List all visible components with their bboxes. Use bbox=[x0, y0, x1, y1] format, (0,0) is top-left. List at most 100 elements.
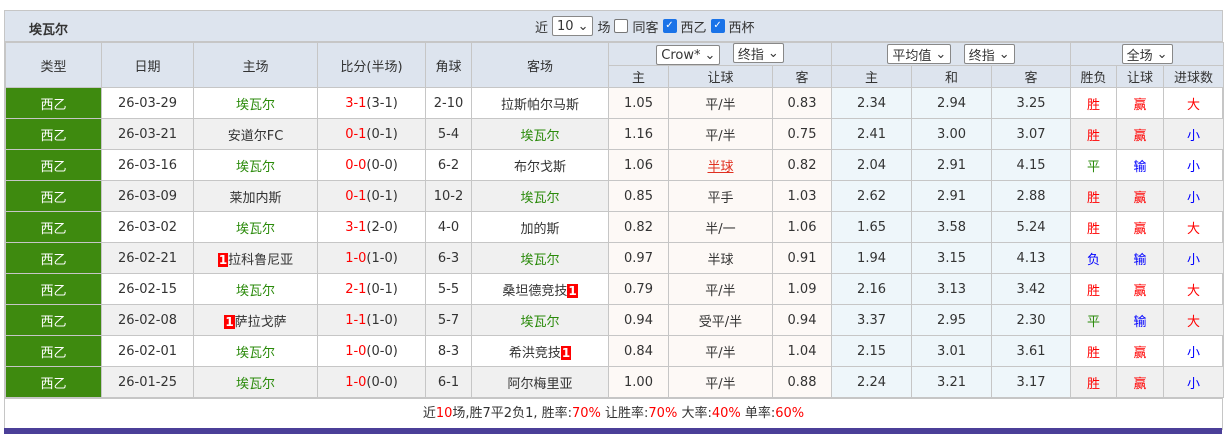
home-team-name[interactable]: 埃瓦尔 bbox=[236, 377, 275, 392]
score[interactable]: 1-0(1-0) bbox=[317, 242, 426, 274]
matches-table: 类型 日期 主场 比分(半场) 角球 客场 Crow* ⌄ 终指 ⌄ 平均值 ⌄ 终指… bbox=[5, 42, 1225, 398]
eu-away-odds: 3.61 bbox=[991, 335, 1072, 367]
company-select[interactable]: Crow* ⌄ bbox=[656, 45, 721, 65]
home-team-name[interactable]: 埃瓦尔 bbox=[236, 346, 275, 361]
score[interactable]: 0-1(0-1) bbox=[317, 180, 426, 212]
ah-away-odds: 1.06 bbox=[771, 211, 833, 243]
away-team-name[interactable]: 拉斯帕尔马斯 bbox=[501, 98, 579, 113]
table-row: 西乙 26-02-21 1拉科鲁尼亚 1-0(1-0) 6-3 埃瓦尔 0.97… bbox=[5, 242, 1225, 274]
scope-select[interactable]: 全场 ⌄ bbox=[1121, 44, 1173, 64]
full-time-score: 0-1 bbox=[345, 126, 367, 142]
half-time-score: (0-0) bbox=[366, 157, 398, 173]
half-time-score: (0-1) bbox=[366, 126, 398, 142]
away-team-name[interactable]: 埃瓦尔 bbox=[520, 253, 559, 268]
match-count-value: 10 bbox=[557, 18, 574, 34]
odd-rate: 60% bbox=[775, 406, 805, 421]
table-row: 西乙 26-01-25 埃瓦尔 1-0(0-0) 6-1 阿尔梅里亚 1.00 … bbox=[5, 366, 1225, 398]
ah-line: 半/一 bbox=[668, 211, 773, 243]
goals-result: 大 bbox=[1163, 87, 1225, 119]
ah-line-value[interactable]: 半球 bbox=[707, 160, 733, 175]
ah-win-rate: 70% bbox=[648, 406, 678, 421]
ah-odds-select[interactable]: 终指 ⌄ bbox=[732, 43, 784, 63]
corners: 6-1 bbox=[425, 366, 472, 398]
match-date: 26-02-15 bbox=[101, 273, 194, 305]
avg-select[interactable]: 平均值 ⌄ bbox=[887, 44, 952, 64]
eu-home-odds: 2.15 bbox=[831, 335, 913, 367]
away-team-name[interactable]: 加的斯 bbox=[520, 222, 559, 237]
home-team: 埃瓦尔 bbox=[193, 211, 318, 243]
away-team-name[interactable]: 桑坦德竞技 bbox=[502, 284, 567, 299]
goals-result: 小 bbox=[1163, 366, 1225, 398]
score[interactable]: 2-1(0-1) bbox=[317, 273, 426, 305]
home-team-name[interactable]: 埃瓦尔 bbox=[236, 222, 275, 237]
home-team-name[interactable]: 安道尔FC bbox=[228, 129, 284, 144]
ah-away-odds: 1.03 bbox=[771, 180, 833, 212]
ah-line: 半球 bbox=[668, 149, 773, 181]
eu-home-odds: 2.62 bbox=[831, 180, 913, 212]
score[interactable]: 1-0(0-0) bbox=[317, 366, 426, 398]
ah-away-odds: 1.04 bbox=[771, 335, 833, 367]
result: 胜 bbox=[1070, 211, 1118, 243]
corners: 10-2 bbox=[425, 180, 472, 212]
ah-line-value: 平/半 bbox=[705, 128, 736, 144]
same-away-checkbox[interactable] bbox=[614, 19, 629, 33]
eu-home-odds: 3.37 bbox=[831, 304, 913, 336]
col-ah-away: 客 bbox=[771, 65, 833, 88]
chevron-down-icon: ⌄ bbox=[704, 47, 716, 63]
goals-result: 小 bbox=[1163, 180, 1225, 212]
ah-result: 赢 bbox=[1116, 118, 1165, 150]
home-team-name[interactable]: 莱加内斯 bbox=[229, 191, 281, 206]
league1-checkbox[interactable]: ✓ bbox=[662, 19, 677, 33]
chevron-down-icon: ⌄ bbox=[767, 45, 779, 61]
ah-line: 平/半 bbox=[668, 118, 773, 150]
ah-line: 半球 bbox=[668, 242, 773, 274]
match-date: 26-03-29 bbox=[101, 87, 194, 119]
ah-line-value: 半球 bbox=[707, 252, 734, 268]
table-row: 西乙 26-03-29 埃瓦尔 3-1(3-1) 2-10 拉斯帕尔马斯 1.0… bbox=[5, 87, 1225, 119]
match-count-select[interactable]: 10 ⌄ bbox=[552, 16, 594, 36]
score[interactable]: 0-0(0-0) bbox=[317, 149, 426, 181]
chevron-down-icon: ⌄ bbox=[577, 18, 589, 34]
home-team-name[interactable]: 埃瓦尔 bbox=[236, 160, 275, 175]
away-team-name[interactable]: 埃瓦尔 bbox=[520, 315, 559, 330]
goals-result: 大 bbox=[1163, 273, 1225, 305]
ah-line-value: 平手 bbox=[707, 190, 734, 206]
league2-checkbox[interactable]: ✓ bbox=[710, 19, 725, 33]
home-team-name[interactable]: 拉科鲁尼亚 bbox=[228, 253, 293, 268]
eu-odds-select[interactable]: 终指 ⌄ bbox=[963, 44, 1015, 64]
home-team-name[interactable]: 埃瓦尔 bbox=[236, 284, 275, 299]
match-date: 26-03-21 bbox=[101, 118, 194, 150]
away-team-name[interactable]: 埃瓦尔 bbox=[520, 129, 559, 144]
score[interactable]: 1-0(0-0) bbox=[317, 335, 426, 367]
ah-home-odds: 0.97 bbox=[608, 242, 669, 274]
corners: 4-0 bbox=[425, 211, 472, 243]
away-team-name[interactable]: 希洪竞技 bbox=[509, 346, 561, 361]
half-time-score: (0-0) bbox=[366, 374, 398, 390]
score[interactable]: 3-1(3-1) bbox=[317, 87, 426, 119]
goals-result: 小 bbox=[1163, 335, 1225, 367]
ah-home-odds: 0.84 bbox=[608, 335, 669, 367]
red-card-badge: 1 bbox=[217, 252, 229, 267]
ah-home-odds: 0.94 bbox=[608, 304, 669, 336]
home-team-name[interactable]: 埃瓦尔 bbox=[236, 98, 275, 113]
ah-line: 平/半 bbox=[668, 273, 773, 305]
score[interactable]: 3-1(2-0) bbox=[317, 211, 426, 243]
away-team: 埃瓦尔 bbox=[471, 242, 609, 274]
ah-line-value: 受平/半 bbox=[698, 314, 743, 330]
goals-result: 大 bbox=[1163, 304, 1225, 336]
away-team-name[interactable]: 埃瓦尔 bbox=[520, 191, 559, 206]
home-team-name[interactable]: 萨拉戈萨 bbox=[235, 315, 287, 330]
score[interactable]: 1-1(1-0) bbox=[317, 304, 426, 336]
score[interactable]: 0-1(0-1) bbox=[317, 118, 426, 150]
match-date: 26-02-08 bbox=[101, 304, 194, 336]
red-card-badge: 1 bbox=[567, 283, 578, 298]
chevron-down-icon: ⌄ bbox=[1156, 46, 1168, 62]
away-team-name[interactable]: 阿尔梅里亚 bbox=[507, 377, 572, 392]
home-team: 1拉科鲁尼亚 bbox=[193, 242, 318, 274]
ah-selects: Crow* ⌄ 终指 ⌄ bbox=[607, 42, 833, 66]
away-team-name[interactable]: 布尔戈斯 bbox=[514, 160, 566, 175]
ah-result: 输 bbox=[1116, 149, 1165, 181]
ah-line: 受平/半 bbox=[668, 304, 773, 336]
eu-draw-odds: 2.94 bbox=[911, 87, 993, 119]
full-time-score: 3-1 bbox=[345, 95, 367, 111]
